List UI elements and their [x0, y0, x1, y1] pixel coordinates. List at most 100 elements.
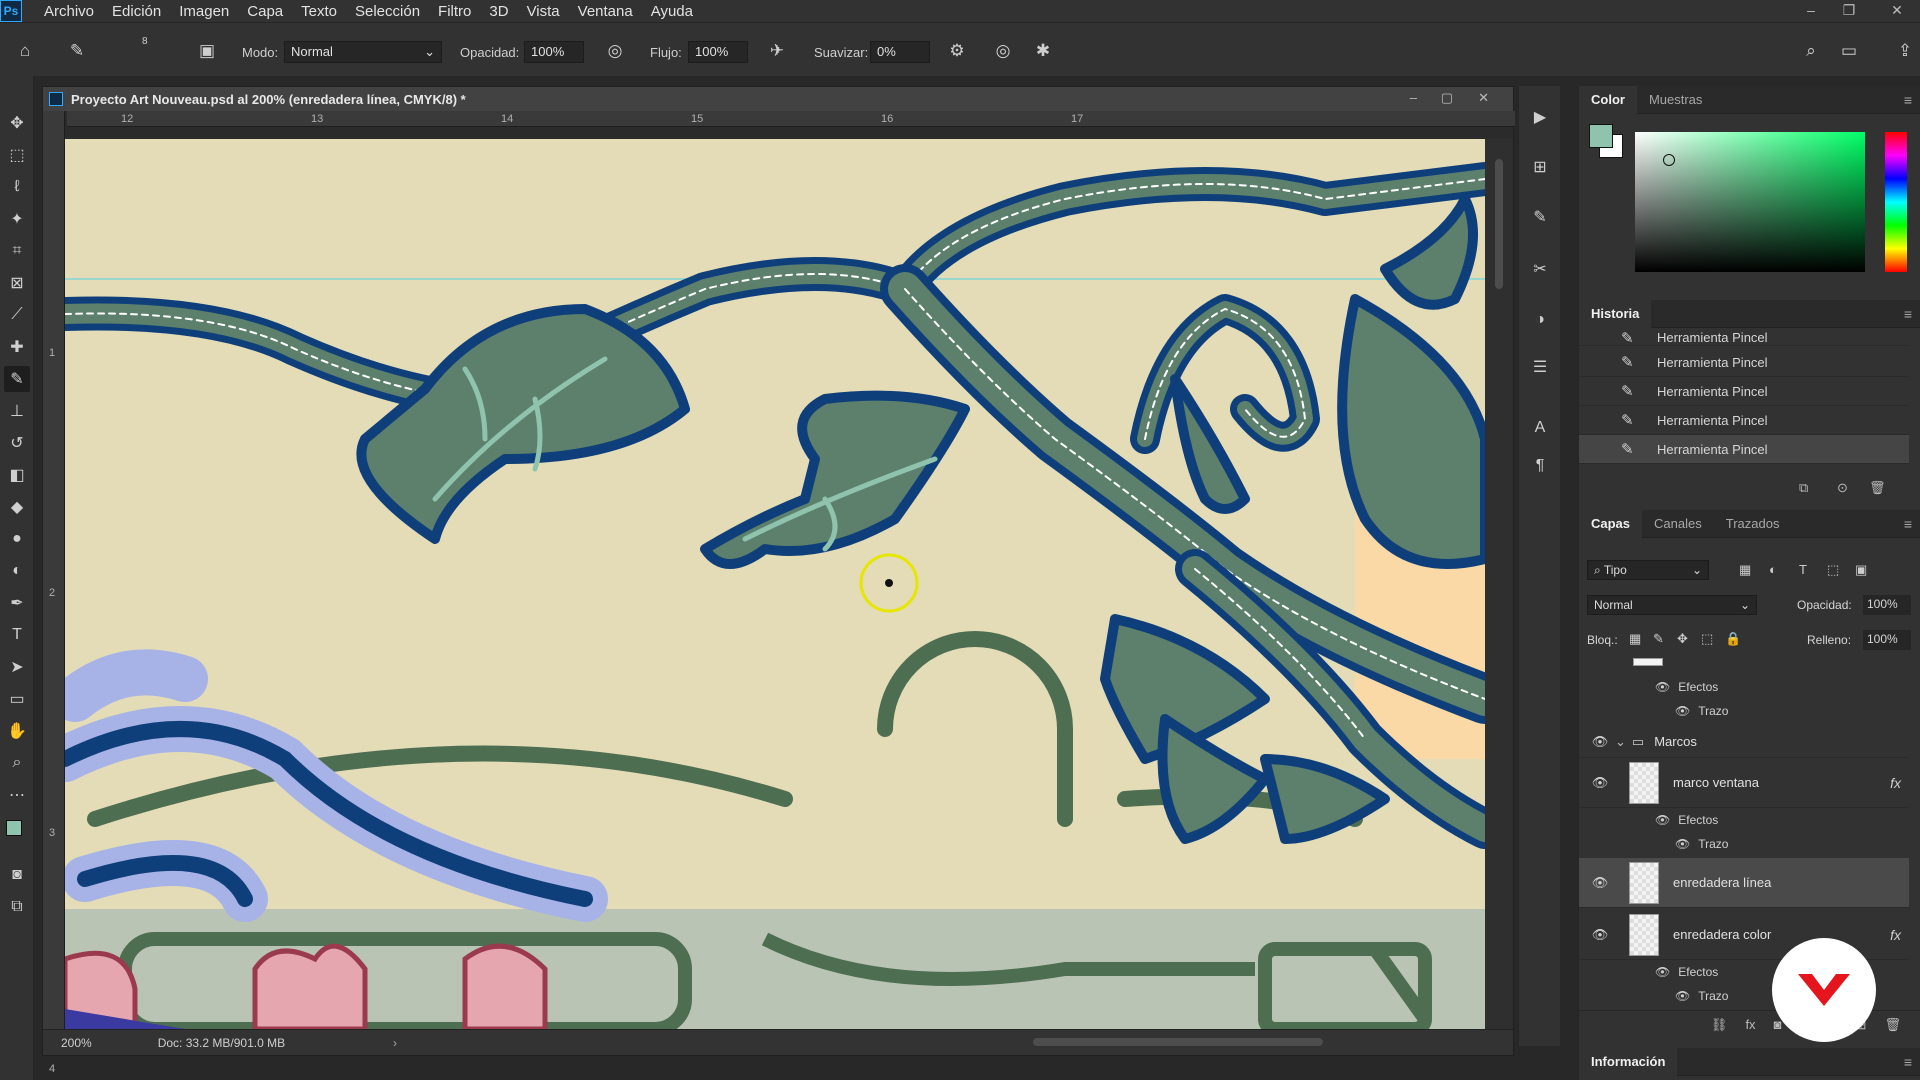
layer-enredadera-linea-selected[interactable]: 👁 enredadera línea [1579, 858, 1909, 908]
rectangle-tool-icon[interactable]: ▭ [4, 686, 30, 712]
opacity-field[interactable]: 100% [524, 41, 584, 63]
paragraph-icon[interactable]: ¶ [1528, 454, 1552, 478]
menu-vista[interactable]: Vista [527, 3, 560, 20]
history-panel-menu-icon[interactable]: ≡ [1904, 306, 1912, 322]
home-icon[interactable]: ⌂ [14, 40, 36, 62]
status-arrow-icon[interactable]: › [393, 1036, 397, 1050]
history-item[interactable]: ✎ Herramienta Pincel [1579, 377, 1909, 406]
crop-tool-icon[interactable]: ⌗ [4, 238, 30, 264]
dodge-tool-icon[interactable]: ◐ [4, 558, 30, 584]
tab-capas[interactable]: Capas [1579, 509, 1643, 538]
menu-ayuda[interactable]: Ayuda [651, 3, 693, 20]
fill-value[interactable]: 100% [1863, 630, 1911, 650]
stroke-effect-row[interactable]: 👁 Trazo [1579, 832, 1909, 856]
color-fg-swatch[interactable] [1589, 124, 1613, 148]
layer-opacity-value[interactable]: 100% [1863, 595, 1911, 615]
tab-canales[interactable]: Canales [1642, 510, 1714, 538]
layer-filter-select[interactable]: ⌕ Tipo ⌄ [1587, 560, 1709, 580]
filter-type-icon[interactable]: T [1799, 562, 1807, 577]
eyedropper-tool-icon[interactable]: ⟋ [4, 302, 30, 328]
layers-panel-menu-icon[interactable]: ≡ [1904, 516, 1912, 532]
screen-mode-icon[interactable]: ⧉ [4, 894, 30, 920]
history-item[interactable]: ✎ Herramienta Pincel [1579, 406, 1909, 435]
menu-ventana[interactable]: Ventana [578, 3, 633, 20]
airbrush-icon[interactable]: ✈ [766, 40, 788, 62]
artwork-canvas[interactable] [65, 139, 1485, 1029]
menu-archivo[interactable]: Archivo [44, 3, 94, 20]
eye-icon[interactable]: 👁 [1675, 989, 1690, 1003]
zoom-level[interactable]: 200% [61, 1036, 92, 1050]
tab-color[interactable]: Color [1579, 85, 1637, 114]
eye-icon[interactable]: 👁 [1585, 927, 1615, 943]
magic-wand-tool-icon[interactable]: ✦ [4, 206, 30, 232]
filter-pixel-icon[interactable]: ▦ [1739, 562, 1751, 578]
doc-minimize-icon[interactable]: – [1410, 90, 1417, 105]
history-item[interactable]: ✎ Herramienta Pincel [1579, 348, 1909, 377]
workspace-icon[interactable]: ▭ [1838, 40, 1860, 62]
pressure-opacity-icon[interactable]: ◎ [604, 40, 626, 62]
lock-transparent-icon[interactable]: ▦ [1629, 631, 1641, 647]
healing-brush-tool-icon[interactable]: ✚ [4, 334, 30, 360]
layers-comp-icon[interactable]: ⊞ [1528, 156, 1552, 180]
tab-muestras[interactable]: Muestras [1637, 86, 1714, 114]
hand-tool-icon[interactable]: ✋ [4, 718, 30, 744]
type-tool-icon[interactable]: T [4, 622, 30, 648]
menu-texto[interactable]: Texto [301, 3, 337, 20]
lasso-tool-icon[interactable]: ℓ [4, 174, 30, 200]
color-panel-menu-icon[interactable]: ≡ [1904, 92, 1912, 108]
info-panel-menu-icon[interactable]: ≡ [1904, 1054, 1912, 1070]
properties-icon[interactable]: ☰ [1528, 356, 1552, 380]
lock-all-icon[interactable]: 🔒 [1725, 631, 1741, 647]
filter-smart-icon[interactable]: ▣ [1855, 562, 1867, 578]
hue-slider[interactable] [1885, 132, 1907, 272]
vertical-scrollbar[interactable] [1485, 139, 1513, 1029]
clone-stamp-tool-icon[interactable]: ⊥ [4, 398, 30, 424]
restore-app-icon[interactable]: ❐ [1834, 0, 1864, 22]
lock-position-icon[interactable]: ✥ [1677, 631, 1688, 647]
zoom-tool-icon[interactable]: ⌕ [4, 750, 30, 776]
foreground-color-swatch[interactable] [6, 820, 22, 836]
fx-icon[interactable]: fx [1890, 775, 1901, 791]
link-layers-icon[interactable]: ⛓ [1711, 1017, 1728, 1033]
flow-field[interactable]: 100% [688, 41, 748, 63]
color-field[interactable] [1635, 132, 1865, 272]
paint-bucket-tool-icon[interactable]: ◆ [4, 494, 30, 520]
frame-tool-icon[interactable]: ⊠ [4, 270, 30, 296]
pressure-size-icon[interactable]: ◎ [992, 40, 1014, 62]
eye-icon[interactable]: 👁 [1585, 775, 1615, 791]
tab-historia[interactable]: Historia [1579, 299, 1652, 328]
brush-panel-icon[interactable]: ▣ [196, 40, 218, 62]
menu-capa[interactable]: Capa [247, 3, 283, 20]
tab-trazados[interactable]: Trazados [1714, 510, 1792, 538]
horizontal-scroll-thumb[interactable] [1033, 1038, 1323, 1046]
move-tool-icon[interactable]: ✥ [4, 110, 30, 136]
pen-tool-icon[interactable]: ✒ [4, 590, 30, 616]
blend-mode-select[interactable]: Normal ⌄ [1587, 595, 1757, 615]
quick-mask-icon[interactable]: ◙ [4, 862, 30, 888]
history-item-current[interactable]: ✎ Herramienta Pincel [1579, 435, 1909, 464]
doc-maximize-icon[interactable]: ▢ [1441, 90, 1453, 106]
symmetry-icon[interactable]: ✱ [1032, 40, 1054, 62]
history-brush-tool-icon[interactable]: ↺ [4, 430, 30, 456]
adjust-icon[interactable]: ◑ [1528, 308, 1552, 332]
ruler-horizontal[interactable]: 12 13 14 15 16 17 [67, 111, 1515, 127]
lock-artboard-icon[interactable]: ⬚ [1701, 631, 1713, 647]
search-icon[interactable]: ⌕ [1800, 40, 1822, 62]
brush-preset-icon[interactable]: ✎ [66, 40, 88, 62]
blur-tool-icon[interactable]: ● [4, 526, 30, 552]
eye-icon[interactable]: 👁 [1655, 680, 1670, 694]
layer-marco-ventana[interactable]: 👁 marco ventana fx [1579, 758, 1909, 808]
eye-icon[interactable]: 👁 [1585, 734, 1615, 750]
smooth-field[interactable]: 0% [870, 41, 930, 63]
eye-icon[interactable]: 👁 [1655, 965, 1670, 979]
eye-icon[interactable]: 👁 [1675, 704, 1690, 718]
character-icon[interactable]: A [1528, 416, 1552, 440]
ruler-vertical[interactable]: 1 2 3 4 [43, 111, 65, 1075]
menu-filtro[interactable]: Filtro [438, 3, 471, 20]
scissors-icon[interactable]: ✂ [1528, 258, 1552, 282]
more-tools-icon[interactable]: ⋯ [4, 782, 30, 808]
eye-icon[interactable]: 👁 [1675, 837, 1690, 851]
delete-layer-icon[interactable]: 🗑 [1884, 1017, 1901, 1033]
doc-close-icon[interactable]: ✕ [1478, 90, 1489, 106]
eraser-tool-icon[interactable]: ◧ [4, 462, 30, 488]
